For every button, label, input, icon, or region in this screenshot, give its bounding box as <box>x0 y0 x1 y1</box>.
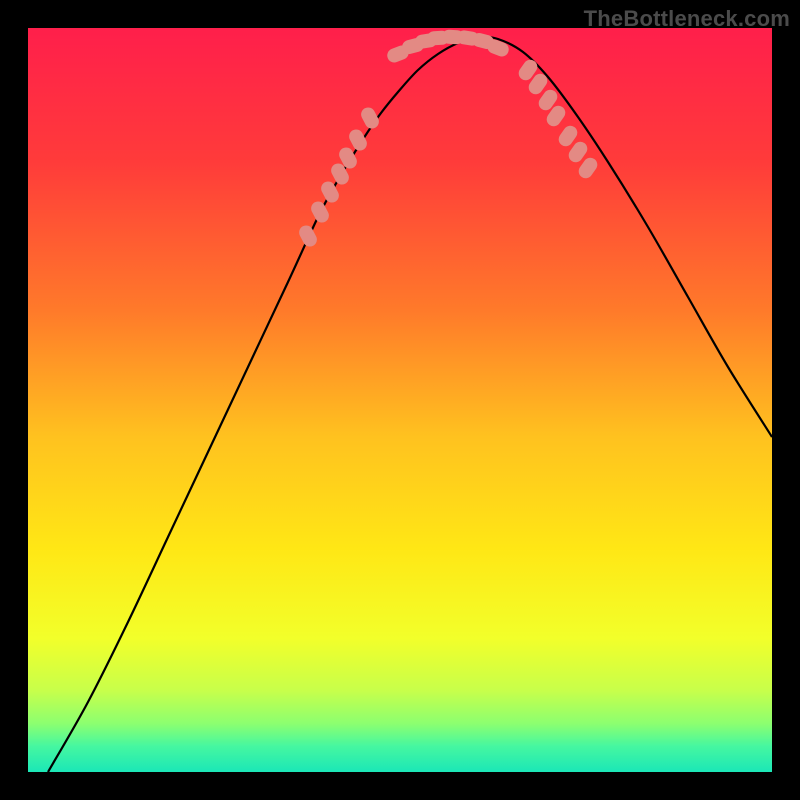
watermark-label: TheBottleneck.com <box>584 6 790 32</box>
chart-frame: TheBottleneck.com <box>0 0 800 800</box>
chart-svg <box>28 28 772 772</box>
plot-area <box>28 28 772 772</box>
gradient-rect <box>28 28 772 772</box>
